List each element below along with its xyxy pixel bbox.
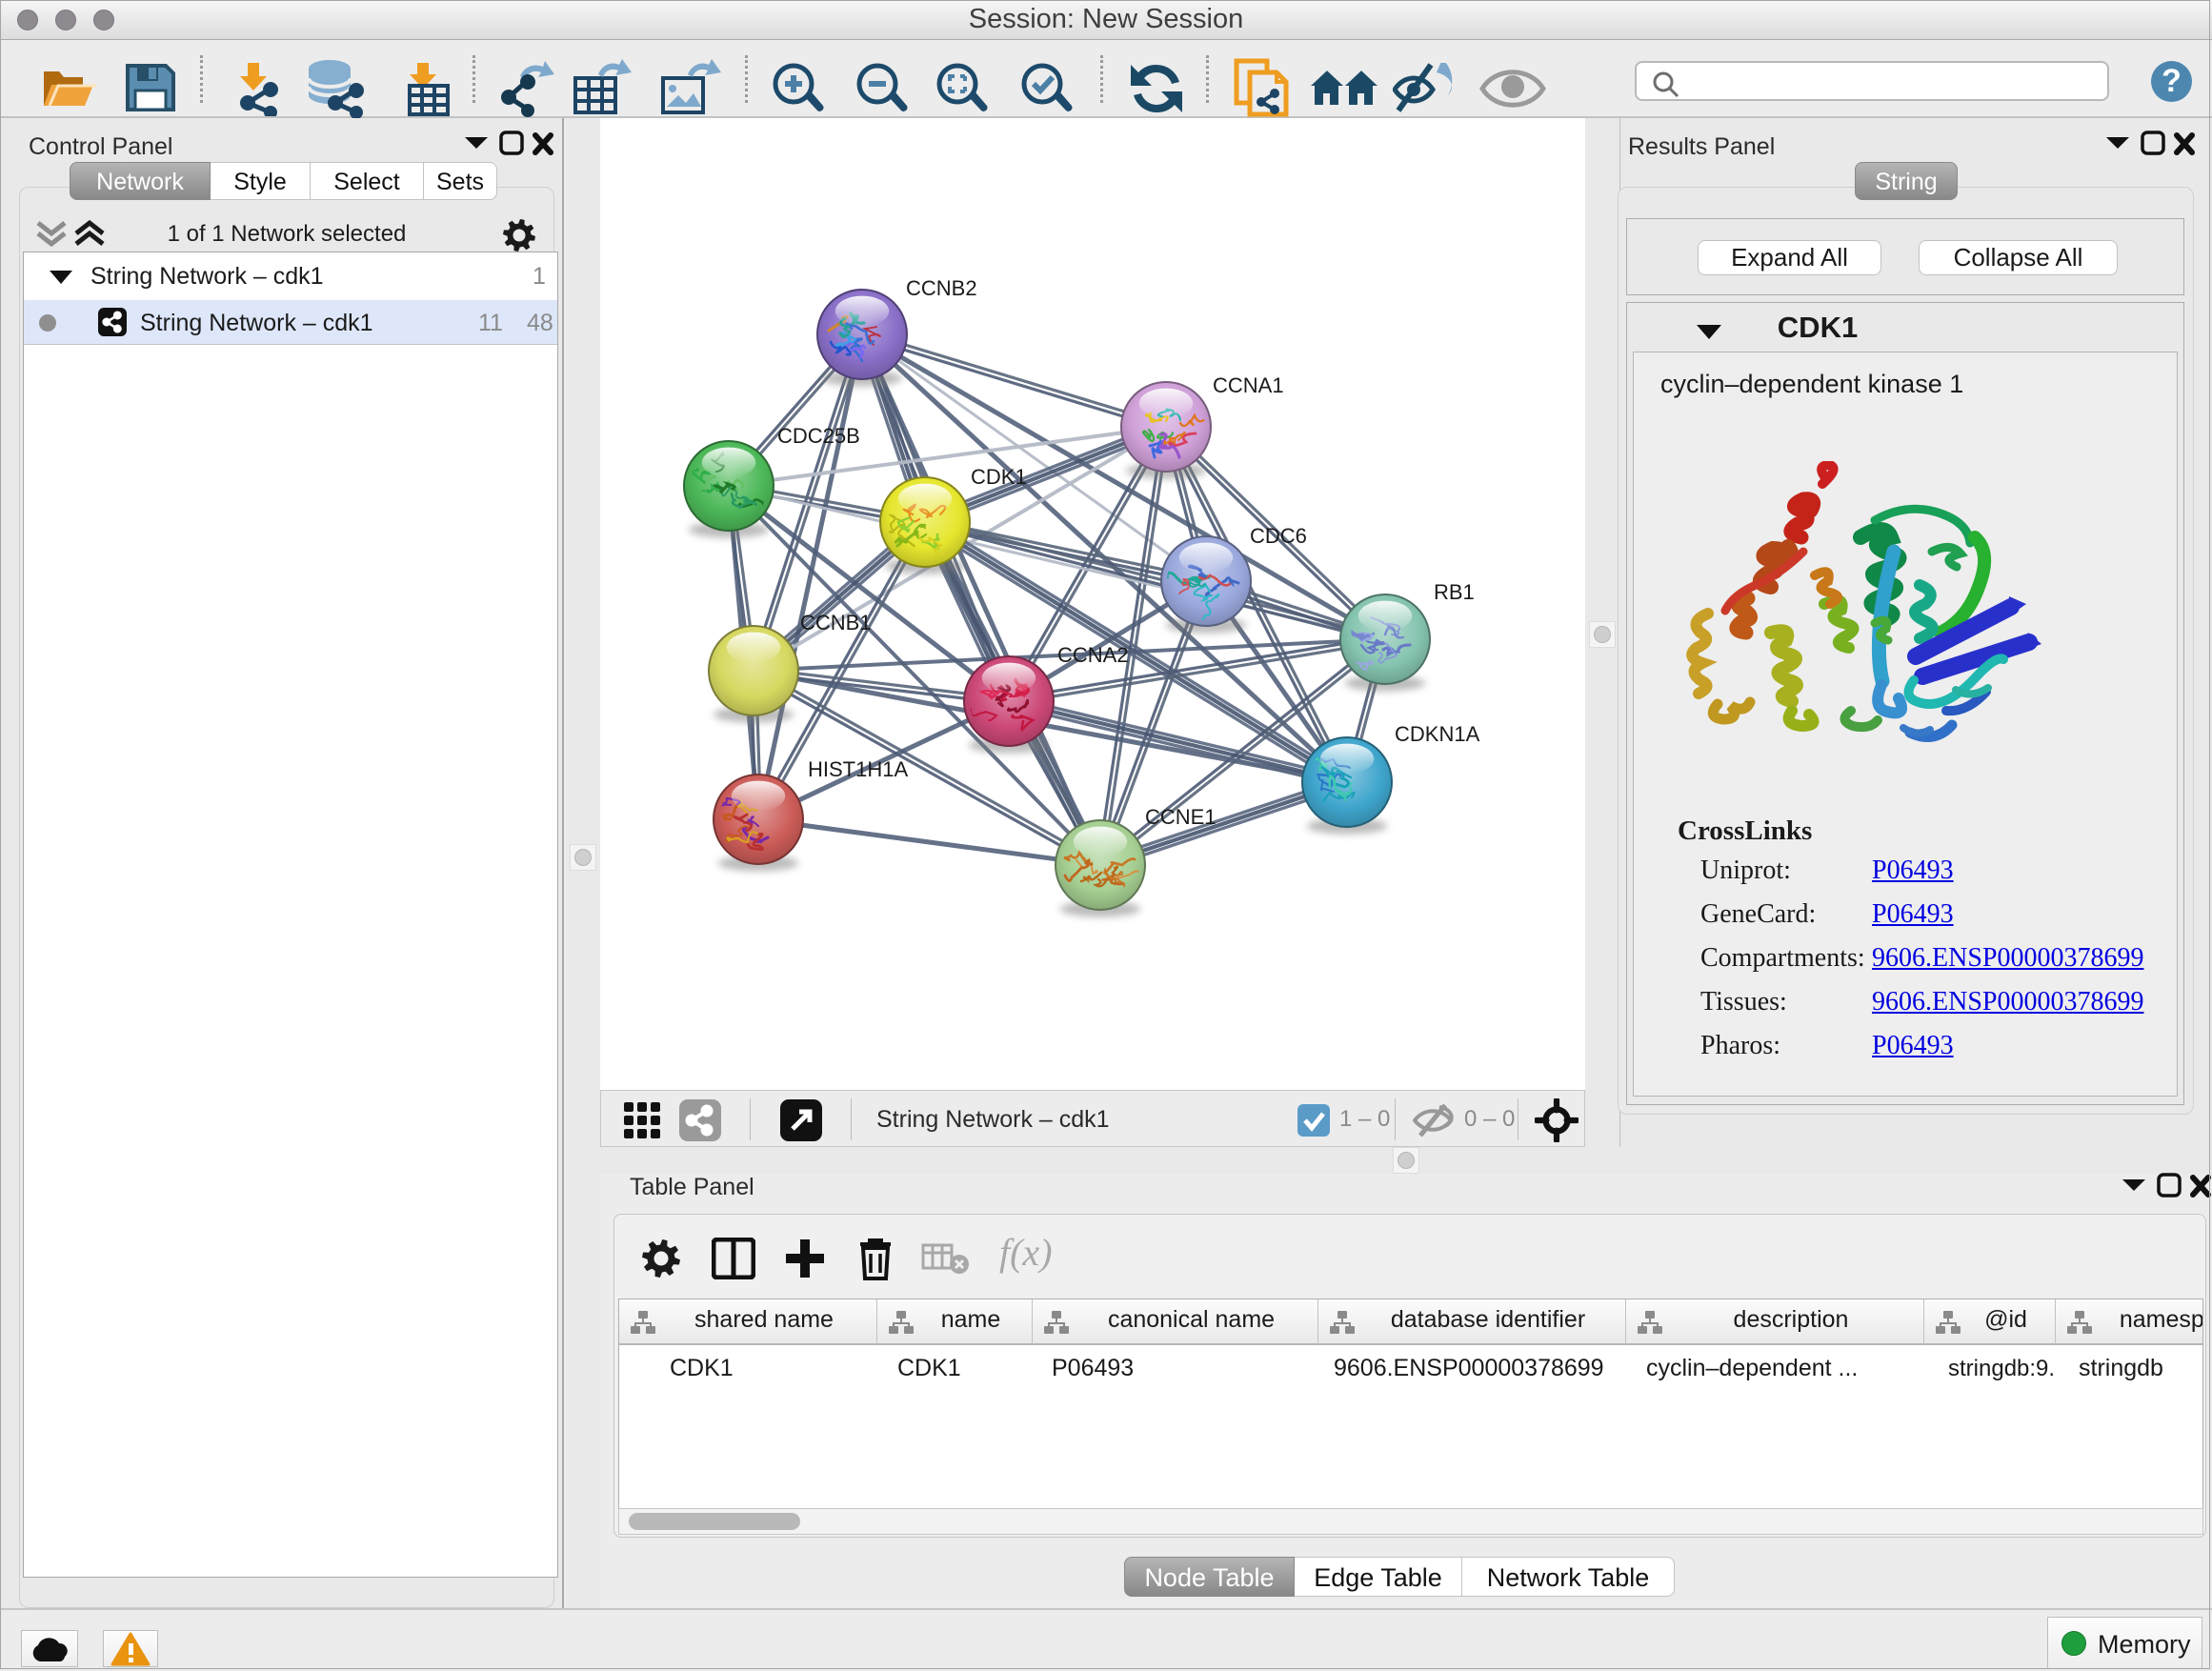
svg-text:CCNA1: CCNA1 (1213, 373, 1284, 397)
svg-text:RB1: RB1 (1434, 580, 1475, 604)
svg-text:HIST1H1A: HIST1H1A (808, 757, 908, 781)
svg-text:CDC6: CDC6 (1250, 524, 1307, 548)
svg-text:CDC25B: CDC25B (777, 424, 860, 448)
svg-text:CDK1: CDK1 (971, 465, 1027, 489)
svg-text:CCNB2: CCNB2 (906, 276, 977, 300)
svg-text:CCNA2: CCNA2 (1057, 643, 1129, 667)
svg-text:CDKN1A: CDKN1A (1395, 722, 1480, 746)
svg-text:CCNB1: CCNB1 (800, 611, 872, 634)
svg-text:CCNE1: CCNE1 (1145, 805, 1217, 829)
